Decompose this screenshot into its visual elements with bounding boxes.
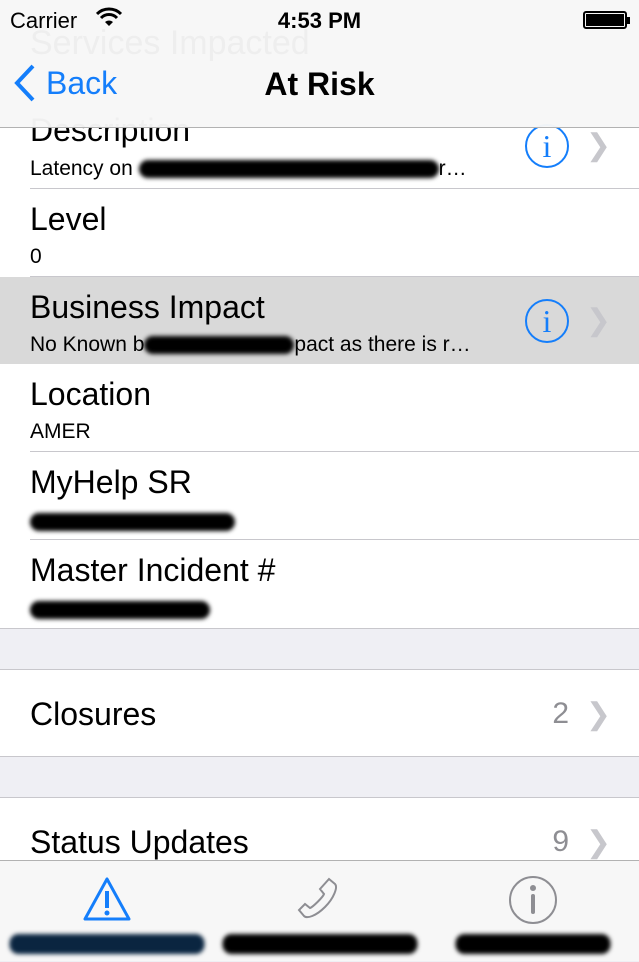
- status-updates-count: 9: [552, 825, 569, 858]
- info-icon: [508, 876, 557, 924]
- chevron-right-icon: ❯: [585, 304, 611, 337]
- row-level: Level 0: [0, 189, 639, 277]
- tab-info[interactable]: [426, 861, 639, 962]
- info-icon[interactable]: i: [525, 124, 569, 168]
- row-business-impact[interactable]: Business Impact No Known b pact as there …: [0, 277, 639, 364]
- tab-incidents[interactable]: [0, 861, 213, 962]
- row-label: Business Impact: [30, 289, 265, 325]
- tab-engagement[interactable]: [213, 861, 426, 962]
- closures-count: 2: [552, 697, 569, 730]
- redacted-value: [30, 598, 210, 622]
- row-label: Master Incident #: [30, 552, 276, 588]
- row-closures[interactable]: Closures 2 ❯: [0, 669, 639, 757]
- chevron-right-icon: ❯: [585, 698, 611, 731]
- row-label: Level: [30, 201, 107, 237]
- row-value: Latency on r…: [30, 157, 467, 180]
- battery-icon: [583, 11, 630, 29]
- row-label: MyHelp SR: [30, 464, 192, 500]
- row-value: AMER: [30, 420, 91, 443]
- chevron-right-icon: ❯: [585, 826, 611, 859]
- warning-icon: [83, 877, 130, 921]
- row-myhelp-sr: MyHelp SR: [0, 452, 639, 540]
- status-bar: Carrier 4:53 PM: [0, 0, 639, 40]
- row-label: Location: [30, 376, 151, 412]
- divider: [0, 628, 639, 629]
- row-label: Closures: [30, 696, 157, 732]
- phone-icon: [297, 877, 337, 919]
- row-master-incident: Master Incident #: [0, 540, 639, 628]
- redacted-value: [30, 510, 235, 534]
- row-label: Status Updates: [30, 824, 249, 860]
- page-title: At Risk: [264, 66, 375, 102]
- chevron-right-icon: ❯: [585, 129, 611, 162]
- clock: 4:53 PM: [277, 8, 362, 33]
- row-value: No Known b pact as there is r…: [30, 333, 471, 356]
- redacted-tab-label: [222, 934, 417, 954]
- redacted-tab-label: [9, 934, 204, 954]
- row-value: 0: [30, 245, 42, 268]
- redacted-tab-label: [455, 934, 610, 954]
- row-location: Location AMER: [0, 364, 639, 452]
- info-icon[interactable]: i: [525, 299, 569, 343]
- tab-bar: [0, 860, 639, 961]
